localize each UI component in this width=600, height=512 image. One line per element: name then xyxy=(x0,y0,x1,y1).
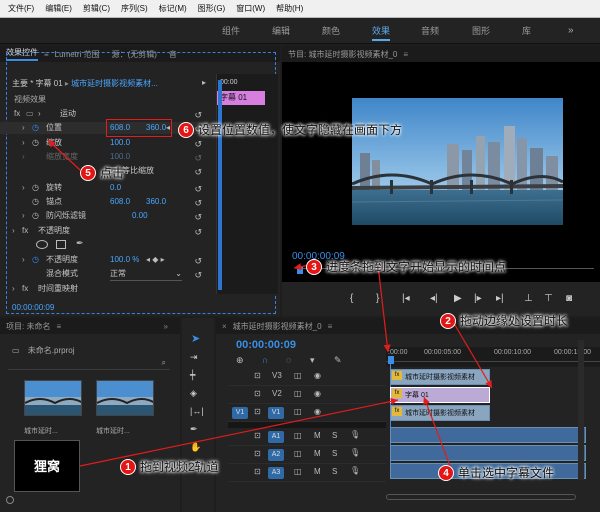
callout-number: 4 xyxy=(438,464,454,481)
callout-number: 3 xyxy=(306,258,322,275)
callout-text: 拖到视频2轨道 xyxy=(140,460,219,474)
callout-2: 2 拖动边缘处设置时长 xyxy=(440,312,568,329)
callout-text: 单击选中字幕文件 xyxy=(458,466,555,480)
callout-3: 3 进度条拖到文字开始显示的时间点 xyxy=(306,258,506,275)
annotation-arrows xyxy=(47,139,493,467)
callout-5: 5 点击 xyxy=(80,164,124,181)
callout-number: 6 xyxy=(178,121,194,138)
callout-4: 4 单击选中字幕文件 xyxy=(438,464,554,481)
callout-1: 1 拖到视频2轨道 xyxy=(120,458,219,475)
callout-6: 6 设置位置数值，使文字隐藏在画面下方 xyxy=(178,121,402,138)
callout-text: 拖动边缘处设置时长 xyxy=(460,314,569,328)
callout-text: 进度条拖到文字开始显示的时间点 xyxy=(326,260,507,274)
callout-text: 设置位置数值，使文字隐藏在画面下方 xyxy=(198,123,403,137)
callout-number: 5 xyxy=(80,164,96,181)
callout-number: 2 xyxy=(440,312,456,329)
callout-text: 点击 xyxy=(100,166,125,180)
callout-number: 1 xyxy=(120,458,136,475)
